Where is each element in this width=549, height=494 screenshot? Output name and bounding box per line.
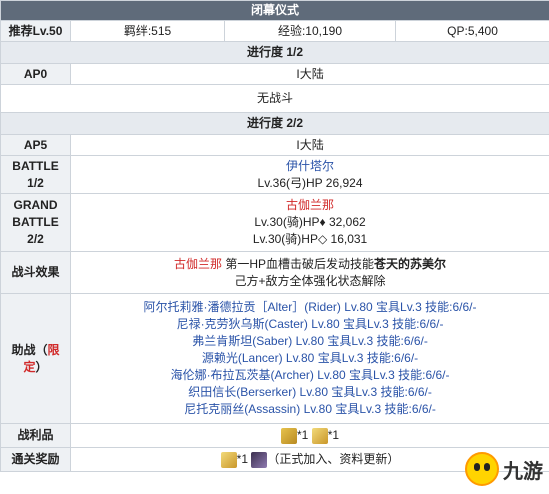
reward-note: （正式加入、资料更新） bbox=[267, 452, 400, 466]
support-row: 尼禄·克劳狄乌斯(Caster) Lv.80 宝具Lv.3 技能:6/6/- bbox=[176, 317, 444, 331]
reward-grail-icon bbox=[220, 451, 237, 468]
ap-value-2: I大陆 bbox=[69, 134, 549, 156]
loot-item-icon bbox=[281, 427, 298, 444]
battle-1-enemy: 伊什塔尔 bbox=[286, 158, 335, 173]
loot-grail-icon bbox=[311, 427, 328, 444]
bond-value: 羁绊:515 bbox=[70, 20, 225, 42]
support-row: 织田信长(Berserker) Lv.80 宝具Lv.3 技能:6/6/- bbox=[188, 385, 432, 399]
support-row: 源赖光(Lancer) Lv.80 宝具Lv.3 技能:6/6/- bbox=[201, 351, 419, 365]
battle-1-label: BATTLE 1/2 bbox=[0, 155, 71, 194]
effect-enemy: 古伽兰那 bbox=[174, 256, 223, 271]
battle-2-stats-a: Lv.30(骑)HP♦ 32,062 bbox=[254, 215, 366, 229]
quest-table: 闭幕仪式 推荐Lv.50 羁绊:515 经验:10,190 QP:5,400 进… bbox=[0, 0, 549, 472]
battle-effect-info: 古伽兰那 第一HP血槽击破后发动技能苍天的苏美尔 己方+敌方全体强化状态解除 bbox=[69, 251, 549, 294]
battle-2-enemy: 古伽兰那 bbox=[286, 198, 335, 212]
battle-effect-line-1: 古伽兰那 第一HP血槽击破后发动技能苍天的苏美尔 bbox=[75, 256, 545, 273]
site-logo: 九游 bbox=[465, 452, 543, 486]
support-label-a: 助战（ bbox=[11, 342, 48, 357]
quest-page: 闭幕仪式 推荐Lv.50 羁绊:515 经验:10,190 QP:5,400 进… bbox=[0, 0, 549, 494]
loot-count-2: *1 bbox=[327, 428, 340, 442]
nine-game-mascot-icon bbox=[465, 452, 499, 486]
support-list: 阿尔托莉雅·潘德拉贡［Alter］(Rider) Lv.80 宝具Lv.3 技能… bbox=[69, 293, 549, 424]
loot-label: 战利品 bbox=[0, 423, 71, 448]
battle-2-info: 古伽兰那 Lv.30(骑)HP♦ 32,062 Lv.30(骑)HP◇ 16,0… bbox=[69, 193, 549, 252]
support-row: 阿尔托莉雅·潘德拉贡［Alter］(Rider) Lv.80 宝具Lv.3 技能… bbox=[143, 300, 477, 314]
no-battle-note: 无战斗 bbox=[0, 84, 549, 113]
effect-text-1: 第一HP血槽击破后发动技能 bbox=[225, 256, 375, 271]
loot-items: *1 *1 bbox=[69, 423, 549, 448]
exp-value: 经验:10,190 bbox=[224, 20, 396, 42]
ap-label-2: AP5 bbox=[0, 134, 71, 156]
progress-1-heading: 进行度 1/2 bbox=[0, 41, 549, 64]
servant-portrait-icon bbox=[251, 451, 268, 468]
support-row: 弗兰肯斯坦(Saber) Lv.80 宝具Lv.3 技能:6/6/- bbox=[192, 334, 428, 348]
qp-value: QP:5,400 bbox=[394, 20, 549, 42]
support-row: 尼托克丽丝(Assassin) Lv.80 宝具Lv.3 技能:6/6/- bbox=[184, 402, 436, 416]
progress-2-heading: 进行度 2/2 bbox=[0, 112, 549, 135]
reward-count: *1 bbox=[236, 452, 249, 466]
support-label: 助战（限定） bbox=[0, 293, 71, 424]
ap-value-1: I大陆 bbox=[69, 63, 549, 85]
recommended-level: 推荐Lv.50 bbox=[0, 20, 71, 42]
effect-text-2: 己方+敌方全体强化状态解除 bbox=[234, 273, 386, 288]
support-row: 海伦娜·布拉瓦茨基(Archer) Lv.80 宝具Lv.3 技能:6/6/- bbox=[170, 368, 450, 382]
reward-label: 通关奖励 bbox=[0, 447, 71, 472]
ap-label-1: AP0 bbox=[0, 63, 71, 85]
support-label-b: ） bbox=[35, 359, 48, 374]
battle-effect-label: 战斗效果 bbox=[0, 251, 71, 294]
battle-1-stats: Lv.36(弓)HP 26,924 bbox=[257, 175, 363, 190]
battle-1-info: 伊什塔尔 Lv.36(弓)HP 26,924 bbox=[69, 155, 549, 194]
battle-2-label: GRAND BATTLE 2/2 bbox=[0, 193, 71, 252]
quest-title: 闭幕仪式 bbox=[0, 0, 549, 21]
loot-count-1: *1 bbox=[297, 428, 309, 442]
logo-text: 九游 bbox=[503, 460, 543, 483]
effect-skill: 苍天的苏美尔 bbox=[374, 256, 447, 271]
battle-2-stats-b: Lv.30(骑)HP◇ 16,031 bbox=[252, 232, 368, 246]
